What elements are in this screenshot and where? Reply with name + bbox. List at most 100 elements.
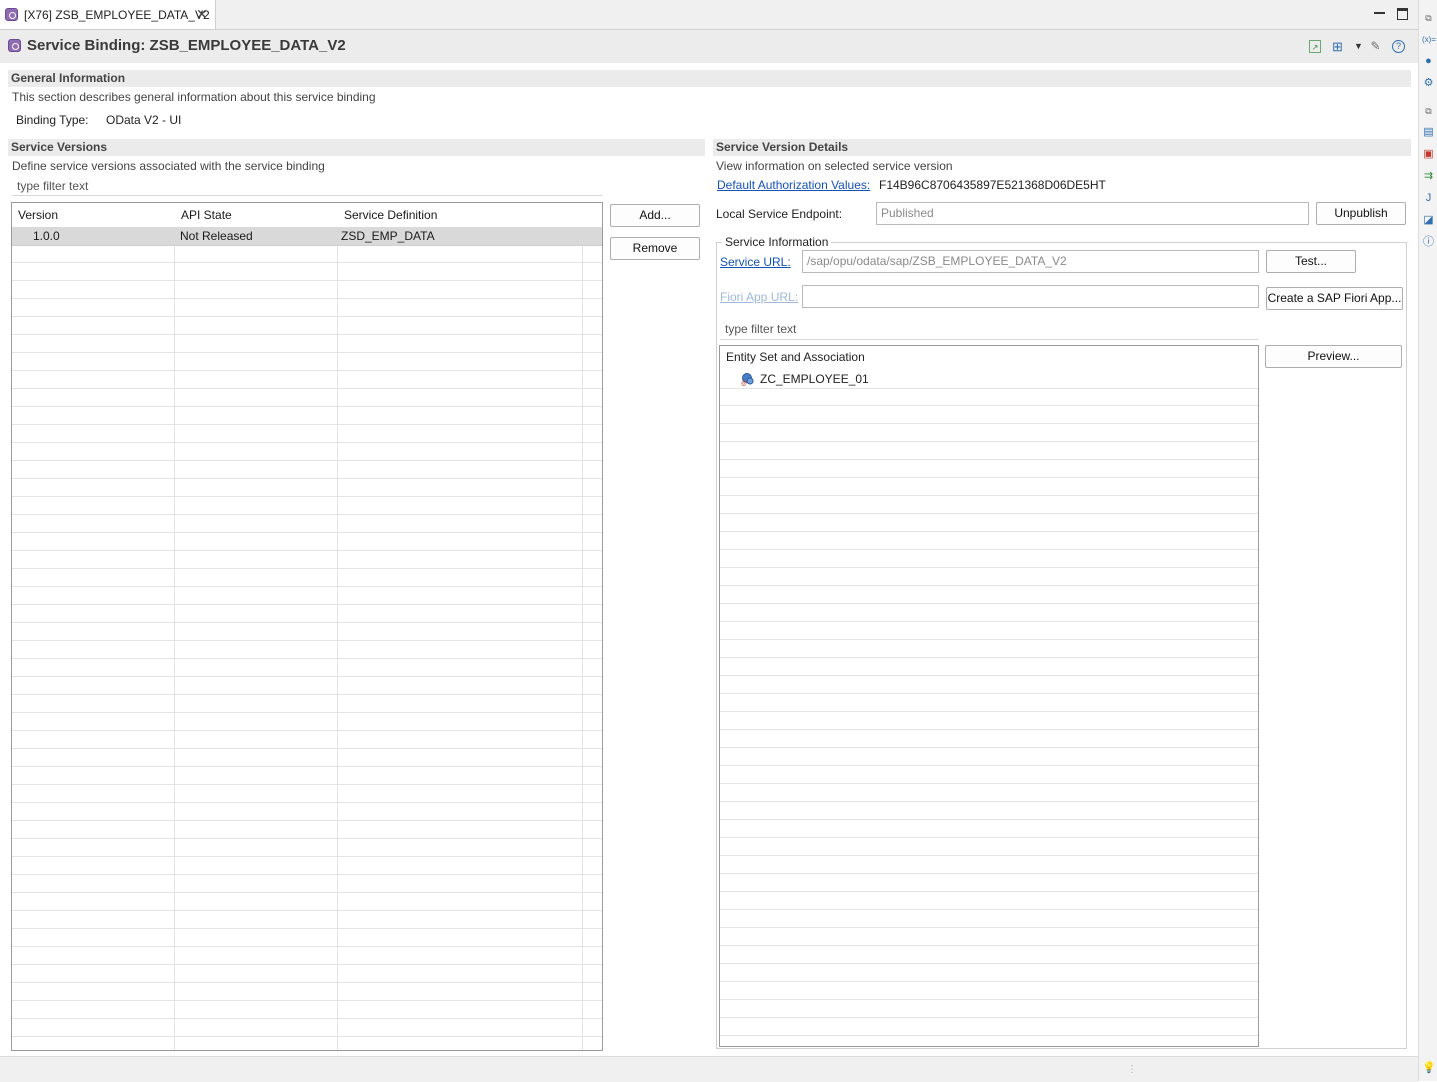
minimize-icon[interactable] <box>1374 12 1385 14</box>
empty-row <box>12 605 602 623</box>
javadoc-icon[interactable]: J <box>1422 192 1435 205</box>
empty-row <box>720 964 1258 982</box>
details-description: View information on selected service ver… <box>716 159 953 173</box>
editor-tab[interactable]: [X76] ZSB_EMPLOYEE_DATA_V2 ✕ <box>0 0 216 29</box>
empty-row <box>12 839 602 857</box>
local-endpoint-label: Local Service Endpoint: <box>716 207 843 221</box>
general-information-header: General Information <box>8 70 1411 87</box>
add-version-button[interactable]: Add... <box>610 204 700 227</box>
empty-row <box>12 443 602 461</box>
outline-icon[interactable]: ▤ <box>1422 126 1435 139</box>
export-icon[interactable]: ↗ <box>1309 40 1321 53</box>
empty-row <box>12 281 602 299</box>
default-authorization-link[interactable]: Default Authorization Values: <box>717 178 870 192</box>
empty-row <box>12 371 602 389</box>
empty-row <box>720 514 1258 532</box>
properties-icon[interactable]: ▣ <box>1422 148 1435 161</box>
variables-icon[interactable]: (x)= <box>1422 33 1436 46</box>
authorization-value: F14B96C8706435897E521368D06DE5HT <box>879 178 1106 192</box>
empty-row <box>720 406 1258 424</box>
entities-filter-input[interactable]: type filter text <box>720 320 1258 340</box>
service-versions-header: Service Versions <box>8 139 705 156</box>
empty-row <box>12 1001 602 1019</box>
empty-row <box>720 730 1258 748</box>
column-header-api-state[interactable]: API State <box>181 208 232 222</box>
service-versions-description: Define service versions associated with … <box>12 159 325 173</box>
empty-row <box>12 749 602 767</box>
restore-icon[interactable]: ⧉ <box>1422 105 1435 118</box>
empty-row <box>12 587 602 605</box>
empty-row <box>12 893 602 911</box>
editor-tab-bar: [X76] ZSB_EMPLOYEE_DATA_V2 ✕ <box>0 0 1418 30</box>
column-header-version[interactable]: Version <box>18 208 58 222</box>
create-fiori-app-button[interactable]: Create a SAP Fiori App... <box>1266 287 1403 310</box>
close-icon[interactable]: ✕ <box>196 7 208 21</box>
versions-filter-input[interactable]: type filter text <box>12 177 602 196</box>
restore-icon[interactable]: ⧉ <box>1422 12 1435 25</box>
lightbulb-icon[interactable]: 💡 <box>1422 1062 1436 1075</box>
empty-row <box>720 676 1258 694</box>
empty-row <box>12 245 602 263</box>
table-row[interactable]: 1.0.0 Not Released ZSD_EMP_DATA <box>12 227 602 246</box>
test-button[interactable]: Test... <box>1266 250 1356 273</box>
service-version-details-header: Service Version Details <box>713 139 1411 156</box>
empty-row <box>12 335 602 353</box>
fiori-app-url-field[interactable] <box>802 285 1259 308</box>
service-url-field[interactable]: /sap/opu/odata/sap/ZSB_EMPLOYEE_DATA_V2 <box>802 250 1259 273</box>
empty-row <box>12 263 602 281</box>
empty-row <box>12 803 602 821</box>
service-url-link[interactable]: Service URL: <box>720 255 791 269</box>
info-icon[interactable]: ⓘ <box>1422 236 1435 249</box>
empty-row <box>12 821 602 839</box>
version-cell: 1.0.0 <box>33 229 60 243</box>
binding-type-label: Binding Type: <box>16 113 89 127</box>
empty-row <box>12 623 602 641</box>
empty-row <box>12 659 602 677</box>
empty-row <box>720 640 1258 658</box>
service-binding-icon <box>5 8 18 21</box>
editor-tab-label: [X76] ZSB_EMPLOYEE_DATA_V2 <box>24 8 210 22</box>
empty-row <box>12 461 602 479</box>
empty-row <box>12 875 602 893</box>
empty-row <box>720 1018 1258 1036</box>
remove-version-button[interactable]: Remove <box>610 237 700 260</box>
entity-set-icon: @ <box>740 372 754 387</box>
debug-icon[interactable]: ⚙ <box>1422 77 1435 90</box>
empty-row <box>12 713 602 731</box>
empty-row <box>720 820 1258 838</box>
maximize-icon[interactable] <box>1397 8 1408 20</box>
local-endpoint-field: Published <box>876 202 1309 225</box>
help-icon[interactable]: ? <box>1392 40 1405 53</box>
service-definition-cell: ZSD_EMP_DATA <box>341 229 435 243</box>
share-link-icon[interactable]: ⊞ <box>1331 40 1344 53</box>
entity-tree-header: Entity Set and Association <box>726 350 865 364</box>
column-header-service-definition[interactable]: Service Definition <box>344 208 437 222</box>
empty-row <box>12 389 602 407</box>
preview-button[interactable]: Preview... <box>1265 345 1402 368</box>
empty-row <box>12 677 602 695</box>
empty-row <box>720 982 1258 1000</box>
empty-row <box>720 892 1258 910</box>
empty-row <box>720 496 1258 514</box>
empty-row <box>720 568 1258 586</box>
feed-icon[interactable]: ◪ <box>1422 214 1435 227</box>
svg-text:@: @ <box>741 381 747 386</box>
empty-row <box>12 1019 602 1037</box>
entity-tree[interactable]: Entity Set and Association @ ZC_EMPLOYEE… <box>719 345 1259 1047</box>
empty-row <box>12 551 602 569</box>
empty-row <box>12 929 602 947</box>
empty-row <box>12 785 602 803</box>
breakpoints-icon[interactable]: ● <box>1422 55 1435 68</box>
empty-row <box>720 586 1258 604</box>
edit-icon[interactable]: ✎ <box>1369 40 1382 53</box>
empty-row <box>720 946 1258 964</box>
empty-row <box>12 299 602 317</box>
empty-row <box>12 695 602 713</box>
versions-table[interactable]: Version API State Service Definition 1.0… <box>11 202 603 1051</box>
chevron-down-icon[interactable]: ▼ <box>1352 40 1365 53</box>
list-item[interactable]: @ ZC_EMPLOYEE_01 <box>720 370 1258 389</box>
page-title: Service Binding: ZSB_EMPLOYEE_DATA_V2 <box>27 37 346 54</box>
empty-row <box>12 965 602 983</box>
unpublish-button[interactable]: Unpublish <box>1316 202 1406 225</box>
transport-icon[interactable]: ⇉ <box>1422 170 1435 183</box>
